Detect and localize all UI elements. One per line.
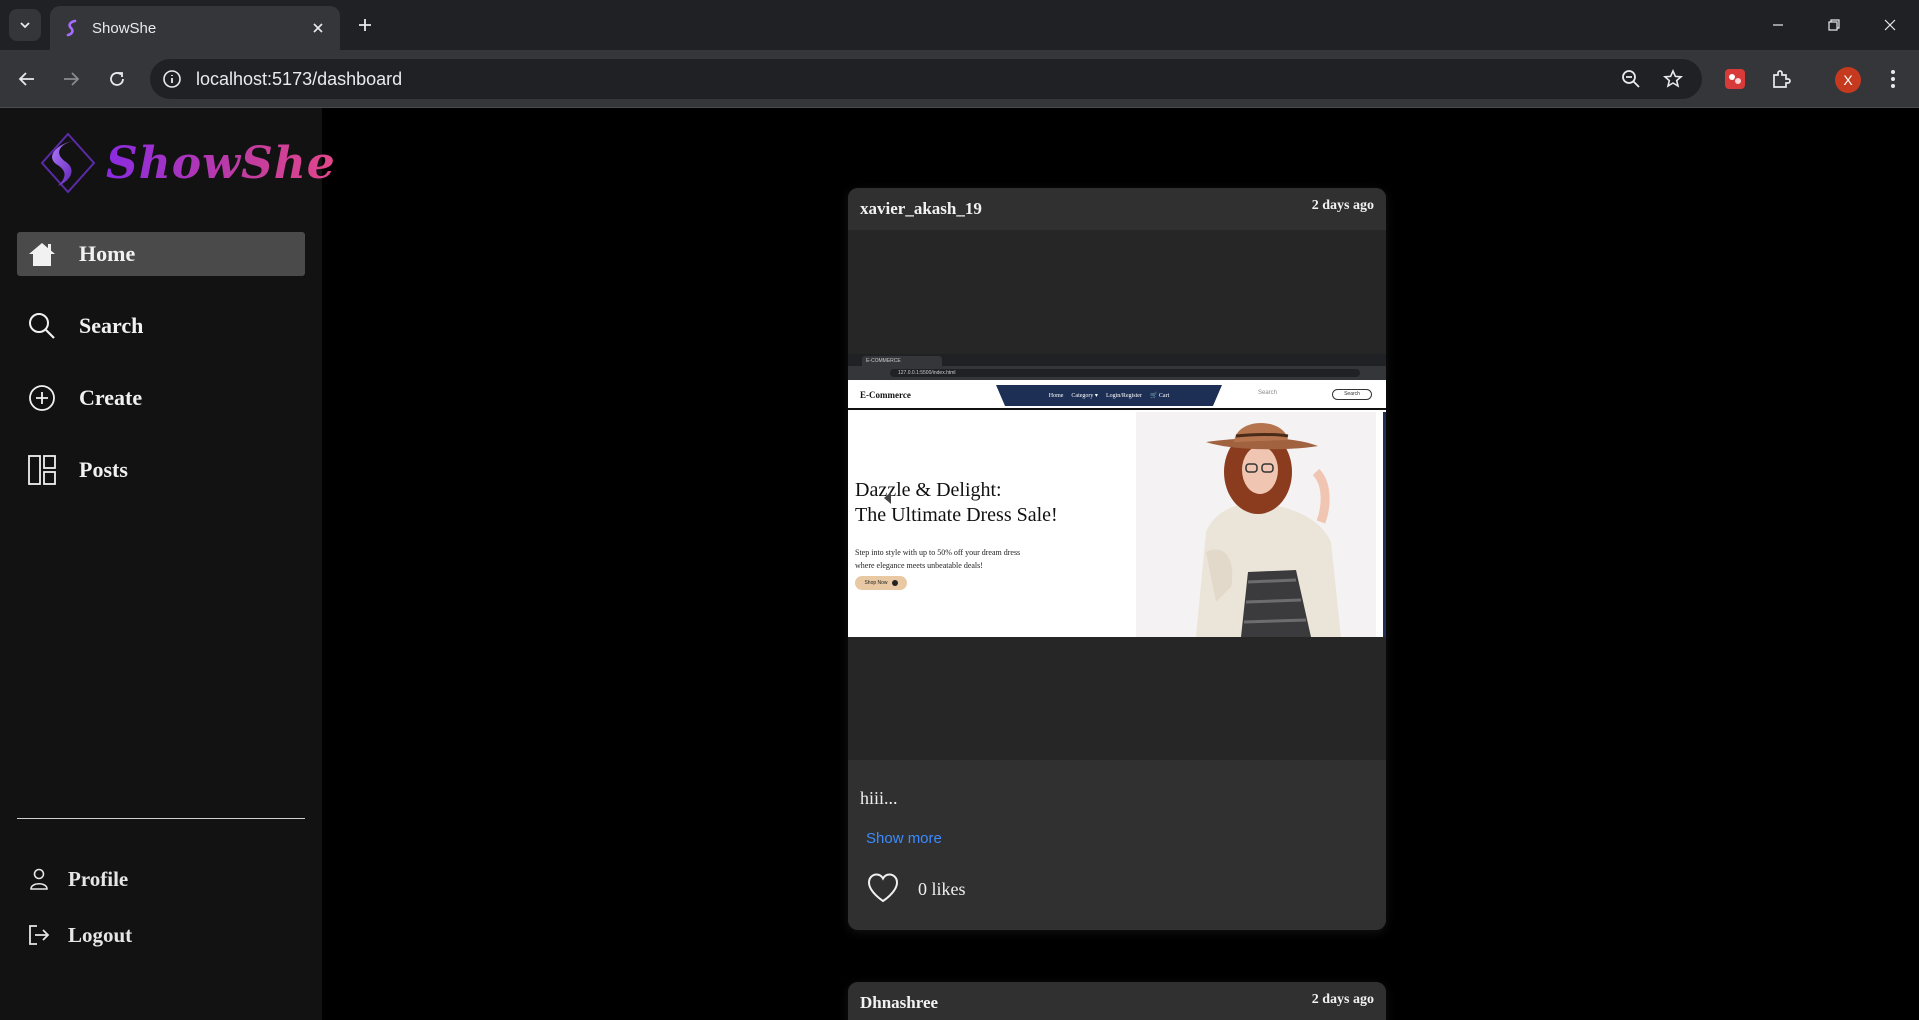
post-header: xavier_akash_19 2 days ago [848,188,1386,230]
zoom-icon[interactable] [1620,68,1642,90]
showshe-logo-icon [40,132,96,194]
sidebar-item-label: Logout [68,922,133,947]
image-hero: Dazzle & Delight: The Ultimate Dress Sal… [848,412,1386,637]
site-info-icon[interactable] [162,69,182,89]
sidebar-item-search[interactable]: Search [17,304,305,348]
sidebar: ShowShe Home Search Create Posts Profile [0,108,335,1020]
model-photo-image [1136,412,1376,637]
image-browser-tabs: E-COMMERCE [848,354,1386,366]
image-headline-line: The Ultimate Dress Sale! [855,504,1058,526]
image-site-brand: E-Commerce [860,390,911,400]
sidebar-item-label: Create [79,385,143,410]
tab-search-button[interactable] [9,9,41,41]
post-username[interactable]: xavier_akash_19 [860,199,982,219]
restore-button[interactable] [1806,0,1862,50]
post-username[interactable]: Dhnashree [860,993,938,1013]
sidebar-item-label: Profile [68,866,129,891]
arrow-circle-icon [891,580,898,586]
grid-icon [27,455,57,485]
image-tab-title: E-COMMERCE [862,356,942,366]
image-cta-label: Shop Now [864,580,888,586]
plus-circle-icon [27,383,57,413]
back-button[interactable] [11,63,43,95]
app-logo[interactable]: ShowShe [40,132,336,194]
image-menu-item: Category ▾ [1071,393,1098,399]
image-sub-line: where elegance meets unbeatable deals! [855,561,983,570]
new-tab-button[interactable] [352,12,378,38]
search-icon [27,311,57,341]
sidebar-item-posts[interactable]: Posts [17,448,305,492]
browser-tab[interactable]: ShowShe [50,6,340,50]
post-image-area: E-COMMERCE 127.0.0.1:5500/index.html E-C… [848,230,1386,760]
post-card: Dhnashree 2 days ago [848,982,1386,1020]
image-browser-bar: 127.0.0.1:5500/index.html [848,366,1386,380]
sidebar-item-label: Home [79,241,136,266]
tab-close-icon[interactable] [310,20,326,36]
address-url[interactable]: localhost:5173/dashboard [196,69,402,90]
show-more-link[interactable]: Show more [866,830,942,847]
image-search-placeholder: Search [1258,390,1278,396]
like-count: 0 likes [918,879,966,899]
home-icon [27,239,57,269]
address-bar[interactable]: localhost:5173/dashboard [150,59,1702,99]
image-shop-now-button: Shop Now [855,576,907,590]
sidebar-item-create[interactable]: Create [17,376,305,420]
image-site-menu: Home Category ▾ Login/Register 🛒 Cart [996,385,1222,406]
post-card: xavier_akash_19 2 days ago E-COMMERCE 12… [848,188,1386,930]
sidebar-divider [17,818,305,819]
restore-icon [1828,19,1840,31]
image-site-nav: E-Commerce Home Category ▾ Login/Registe… [848,381,1386,410]
sidebar-item-label: Search [79,313,144,338]
reload-button[interactable] [101,63,133,95]
image-menu-item: 🛒 Cart [1149,393,1170,399]
logout-icon [27,923,51,947]
post-header: Dhnashree 2 days ago [848,982,1386,1020]
brand-name: ShowShe [106,137,336,189]
extension-icon[interactable] [1720,64,1750,94]
profile-avatar[interactable]: X [1835,67,1861,93]
tab-title: ShowShe [92,19,157,37]
post-timestamp: 2 days ago [1311,992,1374,1007]
post-image[interactable]: E-COMMERCE 127.0.0.1:5500/index.html E-C… [848,354,1386,637]
image-search-button: Search [1332,389,1372,400]
post-timestamp: 2 days ago [1311,198,1374,213]
showshe-favicon-icon [66,19,77,37]
image-sub-line: Step into style with up to 50% off your … [855,548,1021,557]
heart-icon[interactable] [866,872,900,904]
sidebar-item-logout[interactable]: Logout [27,918,132,952]
sidebar-item-profile[interactable]: Profile [27,862,128,896]
bookmark-star-icon[interactable] [1662,68,1684,90]
extensions-puzzle-icon[interactable] [1766,64,1796,94]
image-scrollbar [1383,412,1386,637]
close-icon [1884,19,1896,31]
sidebar-item-home[interactable]: Home [17,232,305,276]
close-window-button[interactable] [1862,0,1918,50]
browser-toolbar: localhost:5173/dashboard X [0,50,1919,108]
minimize-button[interactable] [1750,0,1806,50]
image-hero-subtitle: Step into style with up to 50% off your … [855,546,1020,572]
image-url: 127.0.0.1:5500/index.html [890,369,1360,377]
image-menu-item: Home [1048,392,1064,399]
plus-icon [359,19,371,31]
forward-button[interactable] [55,63,87,95]
chevron-down-icon [20,22,30,29]
post-body: hiii... Show more 0 likes [848,760,1386,930]
post-caption: hiii... [860,788,898,808]
sidebar-item-label: Posts [79,457,128,482]
carousel-prev-icon [884,492,891,504]
minimize-icon [1773,24,1783,26]
reload-icon [110,72,124,86]
browser-tab-strip: ShowShe [0,0,1919,50]
user-icon [27,867,51,891]
image-menu-item: Login/Register [1105,392,1142,399]
more-menu-icon[interactable] [1878,64,1908,94]
arrow-left-icon [18,72,34,86]
arrow-right-icon [64,72,80,86]
